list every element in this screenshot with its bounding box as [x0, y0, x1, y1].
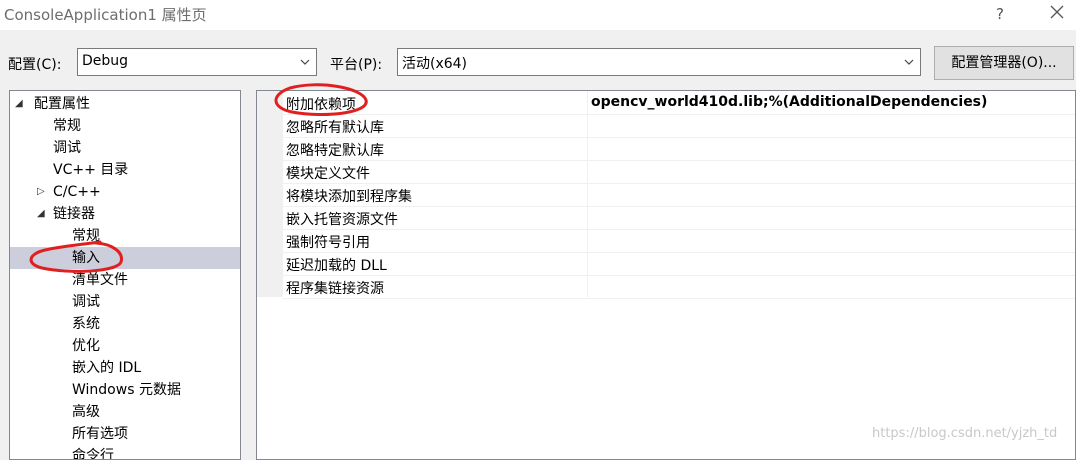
grid-gutter [257, 91, 283, 297]
tree-item-system[interactable]: 系统 [10, 313, 240, 335]
tree-item-general[interactable]: 常规 [10, 115, 240, 137]
property-name: 强制符号引用 [286, 235, 370, 251]
property-row-module-definition-file[interactable]: 模块定义文件 [283, 161, 1075, 184]
property-row-ignore-all-default-libs[interactable]: 忽略所有默认库 [283, 115, 1075, 138]
tree-item-c-cpp[interactable]: ▷ C/C++ [10, 181, 240, 203]
platform-label: 平台(P): [330, 57, 383, 73]
tree-item-label: 优化 [72, 338, 100, 354]
config-label: 配置(C): [8, 57, 62, 73]
help-button[interactable]: ? [987, 2, 1013, 26]
watermark-text: https://blog.csdn.net/yjzh_td [872, 426, 1058, 441]
tree-item-linker-input[interactable]: 输入 [10, 247, 240, 269]
property-row-additional-dependencies[interactable]: 附加依赖项 opencv_world410d.lib;%(AdditionalD… [283, 92, 1075, 115]
property-name: 附加依赖项 [286, 97, 356, 113]
property-row-ignore-specific-default-libs[interactable]: 忽略特定默认库 [283, 138, 1075, 161]
property-name: 忽略特定默认库 [286, 143, 384, 159]
tree-item-label: 命令行 [72, 448, 114, 460]
tree-item-label: VC++ 目录 [53, 162, 129, 178]
close-icon [1050, 5, 1064, 19]
config-manager-button[interactable]: 配置管理器(O)... [934, 46, 1074, 80]
property-name: 嵌入托管资源文件 [286, 212, 398, 228]
tree-item-debugging[interactable]: 调试 [10, 137, 240, 159]
property-name: 将模块添加到程序集 [286, 189, 412, 205]
tree-item-label: C/C++ [53, 184, 101, 200]
tree-item-label: Windows 元数据 [72, 382, 181, 398]
tree-item-label: 调试 [72, 294, 100, 310]
property-name: 模块定义文件 [286, 166, 370, 182]
property-grid: 附加依赖项 opencv_world410d.lib;%(AdditionalD… [256, 90, 1076, 460]
property-name: 忽略所有默认库 [286, 120, 384, 136]
help-icon: ? [996, 5, 1004, 23]
tree-item-label: 常规 [72, 228, 100, 244]
property-name: 程序集链接资源 [286, 281, 384, 297]
config-value: Debug [82, 53, 129, 69]
tree-item-label: 系统 [72, 316, 100, 332]
tree-item-label: 所有选项 [72, 426, 128, 442]
tree-item-label: 高级 [72, 404, 100, 420]
tree-item-linker-debugging[interactable]: 调试 [10, 291, 240, 313]
platform-value: 活动(x64) [402, 56, 468, 72]
close-button[interactable] [1043, 2, 1071, 26]
tree-item-label: 链接器 [53, 206, 95, 222]
tree-item-label: 清单文件 [72, 272, 128, 288]
expanded-triangle-icon[interactable]: ◢ [15, 93, 23, 115]
property-value[interactable]: opencv_world410d.lib;%(AdditionalDepende… [591, 94, 987, 110]
tree-item-linker-general[interactable]: 常规 [10, 225, 240, 247]
property-row-force-symbol-references[interactable]: 强制符号引用 [283, 230, 1075, 253]
tree-item-all-options[interactable]: 所有选项 [10, 423, 240, 445]
tree-item-label: 常规 [53, 118, 81, 134]
tree-item-vc-directories[interactable]: VC++ 目录 [10, 159, 240, 181]
title-bar: ConsoleApplication1 属性页 ? [0, 0, 1076, 30]
property-row-delay-loaded-dlls[interactable]: 延迟加载的 DLL [283, 253, 1075, 276]
config-select[interactable]: Debug [77, 48, 317, 76]
tree-item-label: 嵌入的 IDL [72, 360, 142, 376]
tree-item-label: 配置属性 [34, 96, 90, 112]
platform-select[interactable]: 活动(x64) [397, 48, 921, 76]
window-title: ConsoleApplication1 属性页 [4, 6, 207, 24]
tree-item-command-line[interactable]: 命令行 [10, 445, 240, 460]
tree-item-label: 输入 [72, 250, 100, 266]
property-row-embed-managed-resource[interactable]: 嵌入托管资源文件 [283, 207, 1075, 230]
tree-item-optimization[interactable]: 优化 [10, 335, 240, 357]
tree-item-linker[interactable]: ◢ 链接器 [10, 203, 240, 225]
tree-item-label: 调试 [53, 140, 81, 156]
property-tree[interactable]: ◢ 配置属性 常规 调试 VC++ 目录 ▷ C/C++ ◢ 链接器 常规 输入… [9, 90, 241, 460]
property-row-add-module-to-assembly[interactable]: 将模块添加到程序集 [283, 184, 1075, 207]
tree-root-config-properties[interactable]: ◢ 配置属性 [10, 93, 240, 115]
property-row-assembly-link-resource[interactable]: 程序集链接资源 [283, 276, 1075, 299]
tree-item-embedded-idl[interactable]: 嵌入的 IDL [10, 357, 240, 379]
expanded-triangle-icon[interactable]: ◢ [37, 203, 45, 225]
chevron-down-icon [300, 59, 310, 65]
tree-item-windows-metadata[interactable]: Windows 元数据 [10, 379, 240, 401]
chevron-down-icon [904, 59, 914, 65]
tree-item-manifest-file[interactable]: 清单文件 [10, 269, 240, 291]
property-name: 延迟加载的 DLL [286, 258, 387, 274]
collapsed-triangle-icon[interactable]: ▷ [37, 181, 45, 203]
tree-item-advanced[interactable]: 高级 [10, 401, 240, 423]
